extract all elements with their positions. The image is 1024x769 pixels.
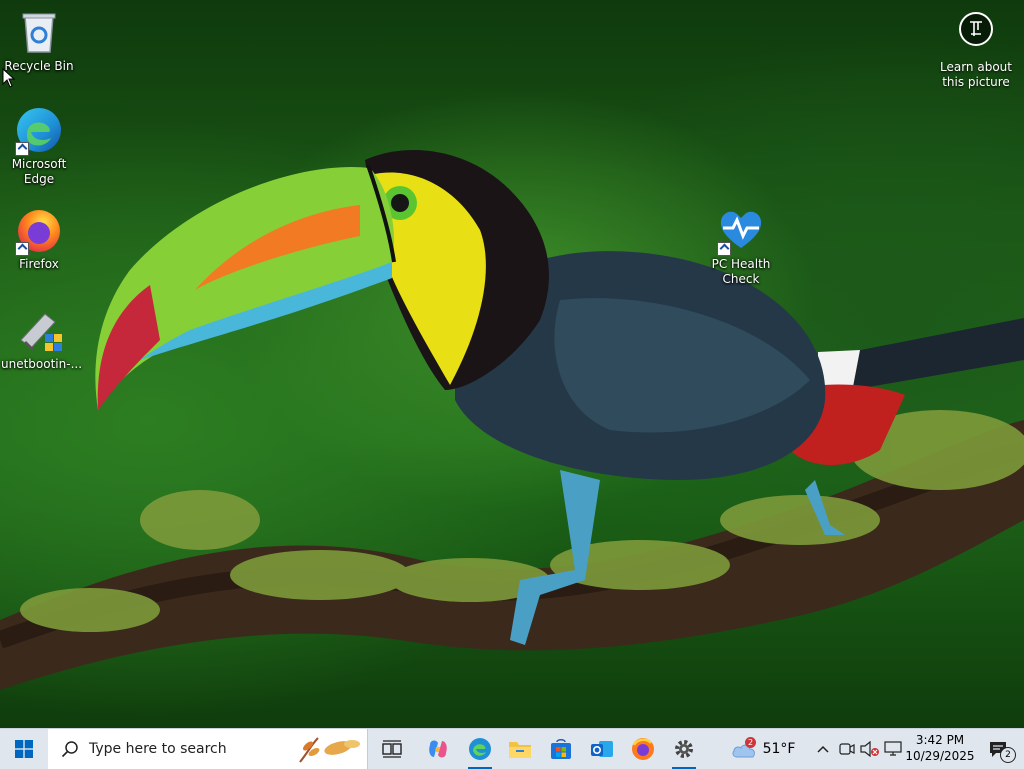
outlook-icon (591, 741, 613, 757)
task-view-button[interactable] (372, 729, 412, 769)
microsoft-edge-icon (469, 738, 491, 760)
copilot-button[interactable] (418, 729, 458, 769)
start-button[interactable] (0, 729, 48, 769)
learn-about-this-picture[interactable]: Learn about this picture (936, 12, 1016, 90)
desktop-icon-pc-health-check[interactable]: PC Health Check (703, 206, 779, 287)
unetbootin-icon (15, 306, 63, 354)
network-monitor-icon (884, 741, 902, 756)
notification-count-badge: 2 (1000, 747, 1016, 763)
show-hidden-icons-button[interactable] (812, 729, 834, 769)
recycle-bin-icon (15, 8, 63, 56)
firefox-icon (15, 206, 63, 256)
wallpaper-toucan-image (0, 150, 1024, 690)
shortcut-arrow-icon (717, 242, 731, 256)
microsoft-edge-label: Microsoft Edge (11, 157, 67, 186)
shortcut-arrow-icon (15, 242, 29, 256)
camera-tray-button[interactable] (836, 729, 858, 769)
firefox-icon (632, 738, 654, 760)
pc-health-check-icon (717, 206, 765, 256)
weather-temperature: 51°F (762, 741, 796, 757)
network-button[interactable] (882, 729, 904, 769)
camera-icon (839, 743, 855, 755)
camera-info-icon (959, 12, 993, 46)
desktop-icon-firefox[interactable]: Firefox (1, 206, 77, 272)
microsoft-store-icon (551, 739, 571, 759)
microsoft-store-button[interactable] (541, 729, 581, 769)
taskbar-search-box[interactable]: Type here to search (48, 729, 368, 769)
desktop[interactable]: Recycle Bin Microsoft Edge Firefox unetb… (0, 0, 1024, 728)
desktop-icon-recycle-bin[interactable]: Recycle Bin (1, 8, 77, 74)
pc-health-check-label: PC Health Check (711, 257, 771, 286)
outlook-button[interactable] (582, 729, 622, 769)
desktop-icon-unetbootin[interactable]: unetbootin-... (1, 306, 83, 372)
mouse-cursor-icon (2, 68, 16, 88)
taskbar-edge-button[interactable] (460, 729, 500, 769)
desktop-icon-microsoft-edge[interactable]: Microsoft Edge (1, 106, 77, 187)
settings-button[interactable] (664, 729, 704, 769)
weather-widget[interactable]: 2 51°F (728, 729, 798, 769)
clock-date: 10/29/2025 (905, 749, 975, 763)
search-placeholder: Type here to search (89, 741, 227, 757)
search-icon (61, 741, 78, 758)
chevron-up-icon (817, 745, 829, 753)
clock-time: 3:42 PM (915, 733, 965, 747)
notification-center-button[interactable]: 2 (978, 729, 1018, 769)
unetbootin-label: unetbootin-... (1, 357, 83, 371)
volume-button[interactable] (858, 729, 882, 769)
autumn-leaves-highlight-icon (299, 737, 360, 763)
taskbar-clock[interactable]: 3:42 PM 10/29/2025 (904, 732, 976, 764)
microsoft-edge-icon (15, 106, 63, 156)
folder-icon (509, 742, 531, 758)
taskbar-firefox-button[interactable] (623, 729, 663, 769)
learn-about-label: Learn about this picture (940, 60, 1012, 89)
windows-logo-icon (15, 740, 33, 758)
firefox-label: Firefox (19, 257, 59, 271)
shortcut-arrow-icon (15, 142, 29, 156)
task-view-icon (382, 740, 402, 758)
volume-muted-icon (860, 741, 879, 757)
weather-badge: 2 (745, 737, 756, 748)
taskbar: Type here to search 2 51°F 3:42 PM 10/29… (0, 728, 1024, 769)
copilot-icon (429, 740, 447, 758)
gear-icon (675, 740, 693, 758)
file-explorer-button[interactable] (500, 729, 540, 769)
